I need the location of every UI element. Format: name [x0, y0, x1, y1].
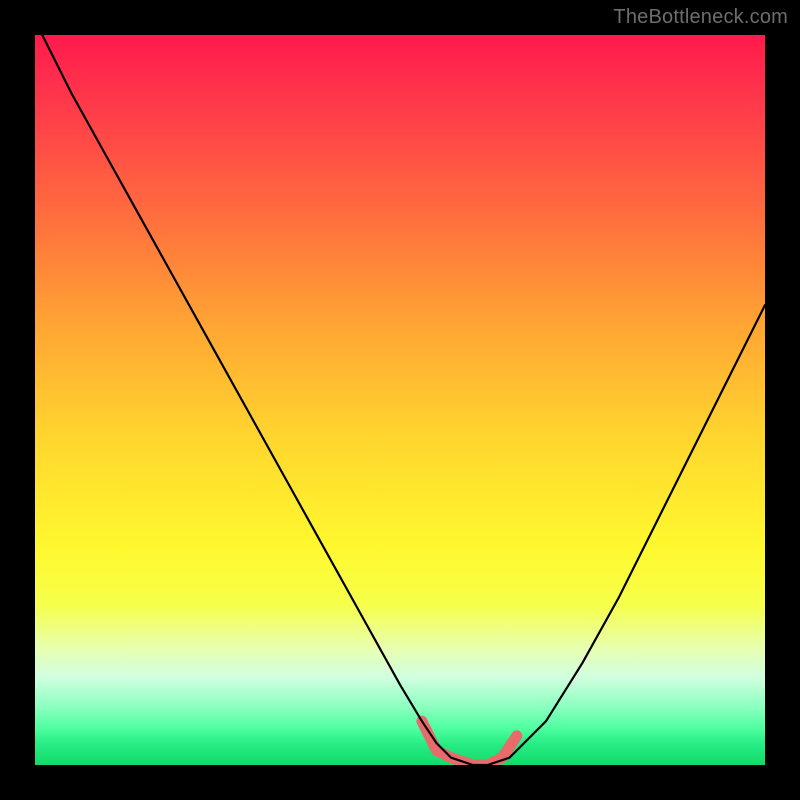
plot-area	[35, 35, 765, 765]
watermark-text: TheBottleneck.com	[613, 6, 788, 29]
curve-layer	[35, 35, 765, 765]
chart-frame: TheBottleneck.com	[0, 0, 800, 800]
bottleneck-curve	[42, 35, 765, 765]
